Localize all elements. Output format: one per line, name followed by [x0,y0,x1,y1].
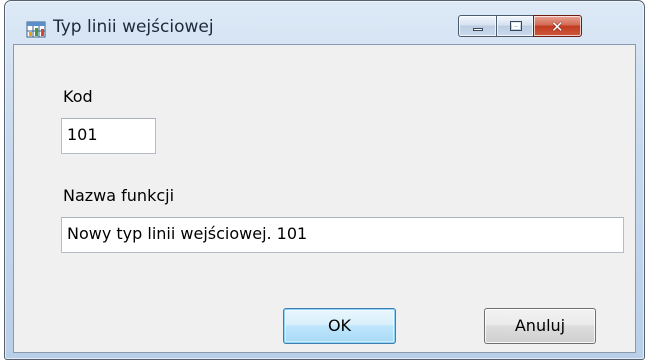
app-table-icon[interactable] [26,19,46,39]
title-bar[interactable]: Typ linii wejściowej ✕ [5,1,644,44]
code-label: Kod [63,87,93,106]
close-icon: ✕ [551,18,564,36]
close-button[interactable]: ✕ [533,15,582,37]
dialog-content: Kod 101 Nazwa funkcji Nowy typ linii wej… [13,44,636,353]
window-title: Typ linii wejściowej [53,17,214,37]
minimize-button[interactable] [458,15,497,37]
dialog-window: Typ linii wejściowej ✕ Kod 101 Nazwa fun… [4,0,645,360]
maximize-button[interactable] [496,15,534,37]
maximize-icon [510,21,522,31]
code-field[interactable]: 101 [61,118,156,154]
ok-button[interactable]: OK [283,308,396,344]
cancel-button[interactable]: Anuluj [484,308,596,344]
function-name-label: Nazwa funkcji [63,186,175,205]
minimize-icon [473,28,483,31]
function-name-field[interactable]: Nowy typ linii wejściowej. 101 [61,217,624,253]
